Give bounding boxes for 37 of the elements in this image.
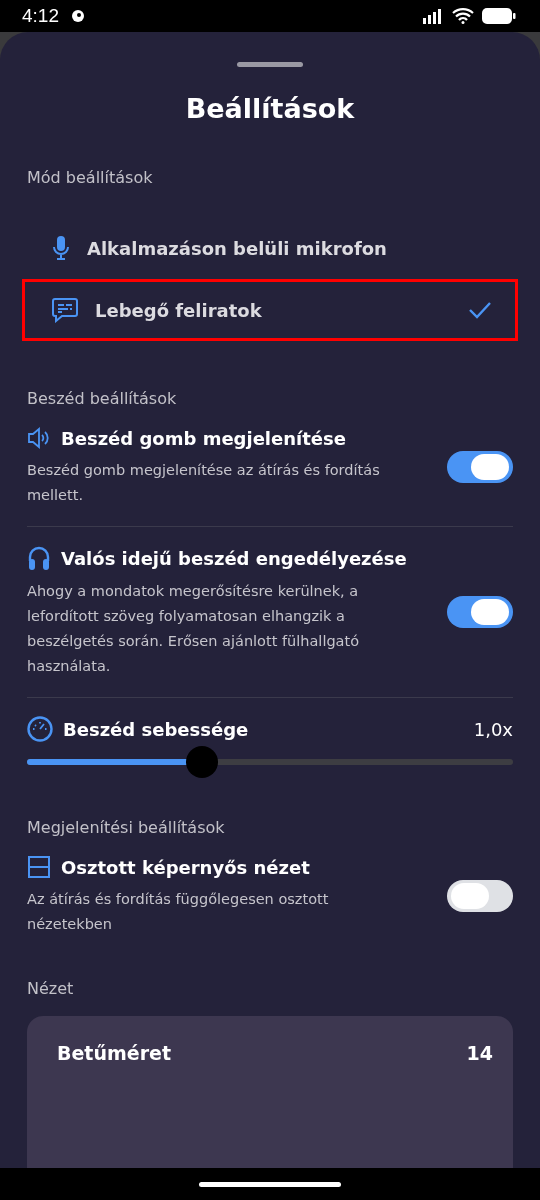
font-size-value: 14 — [466, 1042, 493, 1064]
section-heading: Beszéd beállítások — [27, 389, 178, 408]
setting-title: Valós idejű beszéd engedélyezése — [61, 547, 407, 569]
toggle-switch[interactable] — [447, 451, 513, 483]
home-indicator[interactable] — [199, 1181, 341, 1187]
section-heading: Nézet — [27, 979, 75, 998]
status-time: 4:12 — [22, 5, 59, 27]
setting-description: Ahogy a mondatok megerősítésre kerülnek, a lefordított szöveg folyamatosan elhangzik a beszélgetés során. Erősen ajánlott fülhallgató használata. — [27, 582, 361, 676]
setting-title: Beszéd sebessége — [63, 718, 249, 740]
headphones-icon — [27, 545, 51, 571]
toggle-switch[interactable] — [447, 880, 513, 912]
chat-icon — [51, 297, 79, 323]
section-heading: Megjelenítési beállítások — [27, 818, 226, 837]
drag-handle[interactable] — [237, 62, 303, 67]
toggle-switch[interactable] — [447, 596, 513, 628]
signal-icon — [422, 8, 444, 24]
notification-icon — [71, 9, 87, 23]
speedometer-icon — [27, 716, 53, 742]
speaker-icon — [27, 426, 51, 450]
microphone-icon — [51, 235, 71, 261]
speed-value: 1,0x — [473, 718, 513, 740]
mode-option[interactable]: Lebegő feliratok — [22, 279, 518, 341]
battery-icon — [482, 7, 516, 25]
speed-slider[interactable] — [27, 746, 513, 778]
setting-title: Beszéd gomb megjelenítése — [61, 427, 346, 449]
font-size-label: Betűméret — [57, 1042, 171, 1064]
split-view-icon — [27, 855, 51, 879]
checkmark-icon — [469, 301, 491, 319]
wifi-icon — [452, 8, 474, 24]
section-heading: Mód beállítások — [27, 168, 154, 187]
setting-description: Az átírás és fordítás függőlegesen osztott nézetekben — [27, 890, 330, 934]
setting-title: Osztott képernyős nézet — [61, 856, 310, 878]
setting-description: Beszéd gomb megjelenítése az átírás és fordítás mellett. — [27, 461, 381, 505]
mode-option[interactable]: Alkalmazáson belüli mikrofon — [22, 217, 518, 279]
slider-thumb[interactable] — [185, 746, 218, 778]
font-size-card[interactable]: Betűméret 14 — [27, 1016, 513, 1168]
sheet-title: Beállítások — [184, 93, 356, 124]
